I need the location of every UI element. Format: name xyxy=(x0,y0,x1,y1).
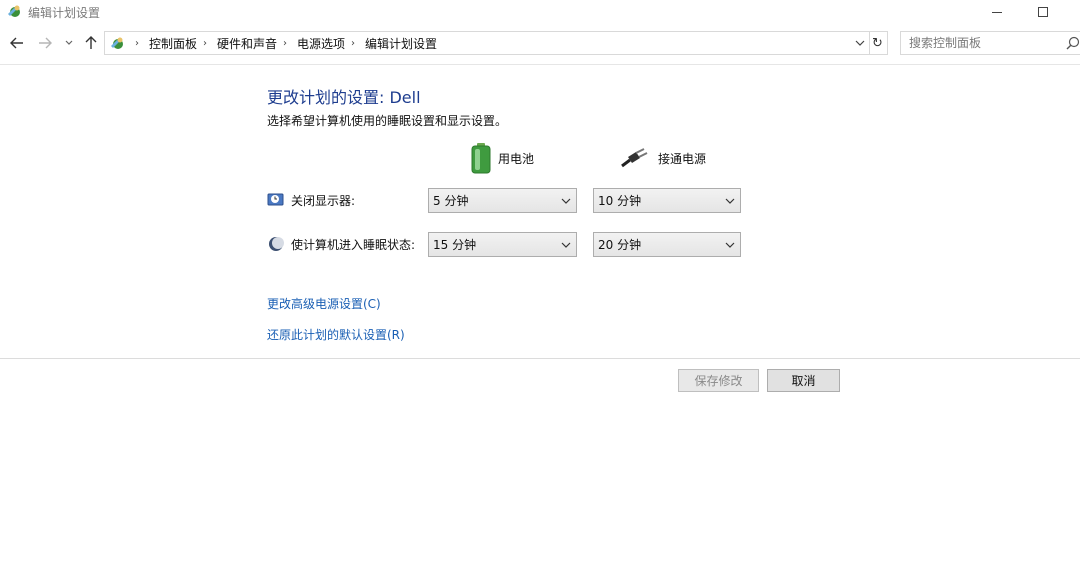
control-panel-icon xyxy=(109,35,125,51)
breadcrumb: › 控制面板 › 硬件和声音 › 电源选项 › 编辑计划设置 xyxy=(129,32,437,54)
column-header-plugged-in: 接通电源 xyxy=(620,142,706,174)
minimize-button[interactable] xyxy=(974,0,1020,24)
back-arrow-icon xyxy=(10,37,23,49)
control-panel-icon xyxy=(6,3,22,19)
chevron-down-icon xyxy=(560,238,572,252)
minimize-icon xyxy=(992,11,1002,13)
navigation-bar: › 控制面板 › 硬件和声音 › 电源选项 › 编辑计划设置 ↻ xyxy=(0,28,1080,58)
search-input[interactable] xyxy=(900,31,1080,55)
select-value: 10 分钟 xyxy=(598,194,642,208)
breadcrumb-control-panel[interactable]: 控制面板 xyxy=(149,35,197,52)
divider xyxy=(0,64,1080,65)
title-bar: 编辑计划设置 xyxy=(0,0,1080,24)
chevron-down-icon xyxy=(65,40,73,45)
column-header-battery: 用电池 xyxy=(470,142,534,174)
up-arrow-icon xyxy=(85,36,97,49)
chevron-right-icon: › xyxy=(351,37,356,49)
battery-icon xyxy=(470,142,492,174)
maximize-button[interactable] xyxy=(1020,0,1066,24)
column-label-battery: 用电池 xyxy=(498,151,535,166)
address-dropdown-button[interactable] xyxy=(853,34,867,52)
refresh-button[interactable]: ↻ xyxy=(868,31,888,55)
breadcrumb-edit-plan[interactable]: 编辑计划设置 xyxy=(365,35,437,52)
refresh-icon: ↻ xyxy=(872,35,883,51)
column-label-plugged-in: 接通电源 xyxy=(658,151,707,166)
display-clock-icon xyxy=(267,191,285,209)
chevron-right-icon: › xyxy=(283,37,288,49)
breadcrumb-power-options[interactable]: 电源选项 xyxy=(297,35,345,52)
search-icon[interactable] xyxy=(1066,36,1080,50)
page-title: 更改计划的设置: Dell xyxy=(267,88,421,107)
moon-icon xyxy=(267,235,285,253)
breadcrumb-hardware-sound[interactable]: 硬件和声音 xyxy=(217,35,277,52)
recent-locations-button[interactable] xyxy=(62,33,76,53)
select-value: 20 分钟 xyxy=(598,238,642,252)
chevron-down-icon xyxy=(724,238,736,252)
chevron-down-icon xyxy=(855,40,865,46)
forward-arrow-icon xyxy=(39,37,52,49)
sleep-plugged-select[interactable]: 20 分钟 xyxy=(593,232,741,257)
chevron-right-icon: › xyxy=(203,37,208,49)
select-value: 5 分钟 xyxy=(433,194,469,208)
save-changes-button[interactable]: 保存修改 xyxy=(678,369,759,392)
chevron-right-icon: › xyxy=(135,37,139,49)
advanced-power-settings-link[interactable]: 更改高级电源设置(C) xyxy=(267,295,381,312)
up-button[interactable] xyxy=(80,33,102,53)
restore-defaults-link[interactable]: 还原此计划的默认设置(R) xyxy=(267,326,405,343)
address-bar[interactable]: › 控制面板 › 硬件和声音 › 电源选项 › 编辑计划设置 xyxy=(104,31,870,55)
select-value: 15 分钟 xyxy=(433,238,477,252)
row-label-text: 关闭显示器: xyxy=(291,193,356,208)
sleep-label: 使计算机进入睡眠状态: xyxy=(267,232,415,256)
power-plug-icon xyxy=(620,146,652,170)
display-off-plugged-select[interactable]: 10 分钟 xyxy=(593,188,741,213)
turn-off-display-label: 关闭显示器: xyxy=(267,188,355,212)
chevron-down-icon xyxy=(724,194,736,208)
maximize-icon xyxy=(1038,7,1048,17)
window-title: 编辑计划设置 xyxy=(28,6,101,20)
page-subtitle: 选择希望计算机使用的睡眠设置和显示设置。 xyxy=(267,114,508,128)
row-label-text: 使计算机进入睡眠状态: xyxy=(291,237,416,252)
display-off-battery-select[interactable]: 5 分钟 xyxy=(428,188,577,213)
divider xyxy=(0,358,1080,359)
chevron-down-icon xyxy=(560,194,572,208)
back-button[interactable] xyxy=(6,33,28,53)
sleep-battery-select[interactable]: 15 分钟 xyxy=(428,232,577,257)
forward-button[interactable] xyxy=(34,33,56,53)
cancel-button[interactable]: 取消 xyxy=(767,369,840,392)
